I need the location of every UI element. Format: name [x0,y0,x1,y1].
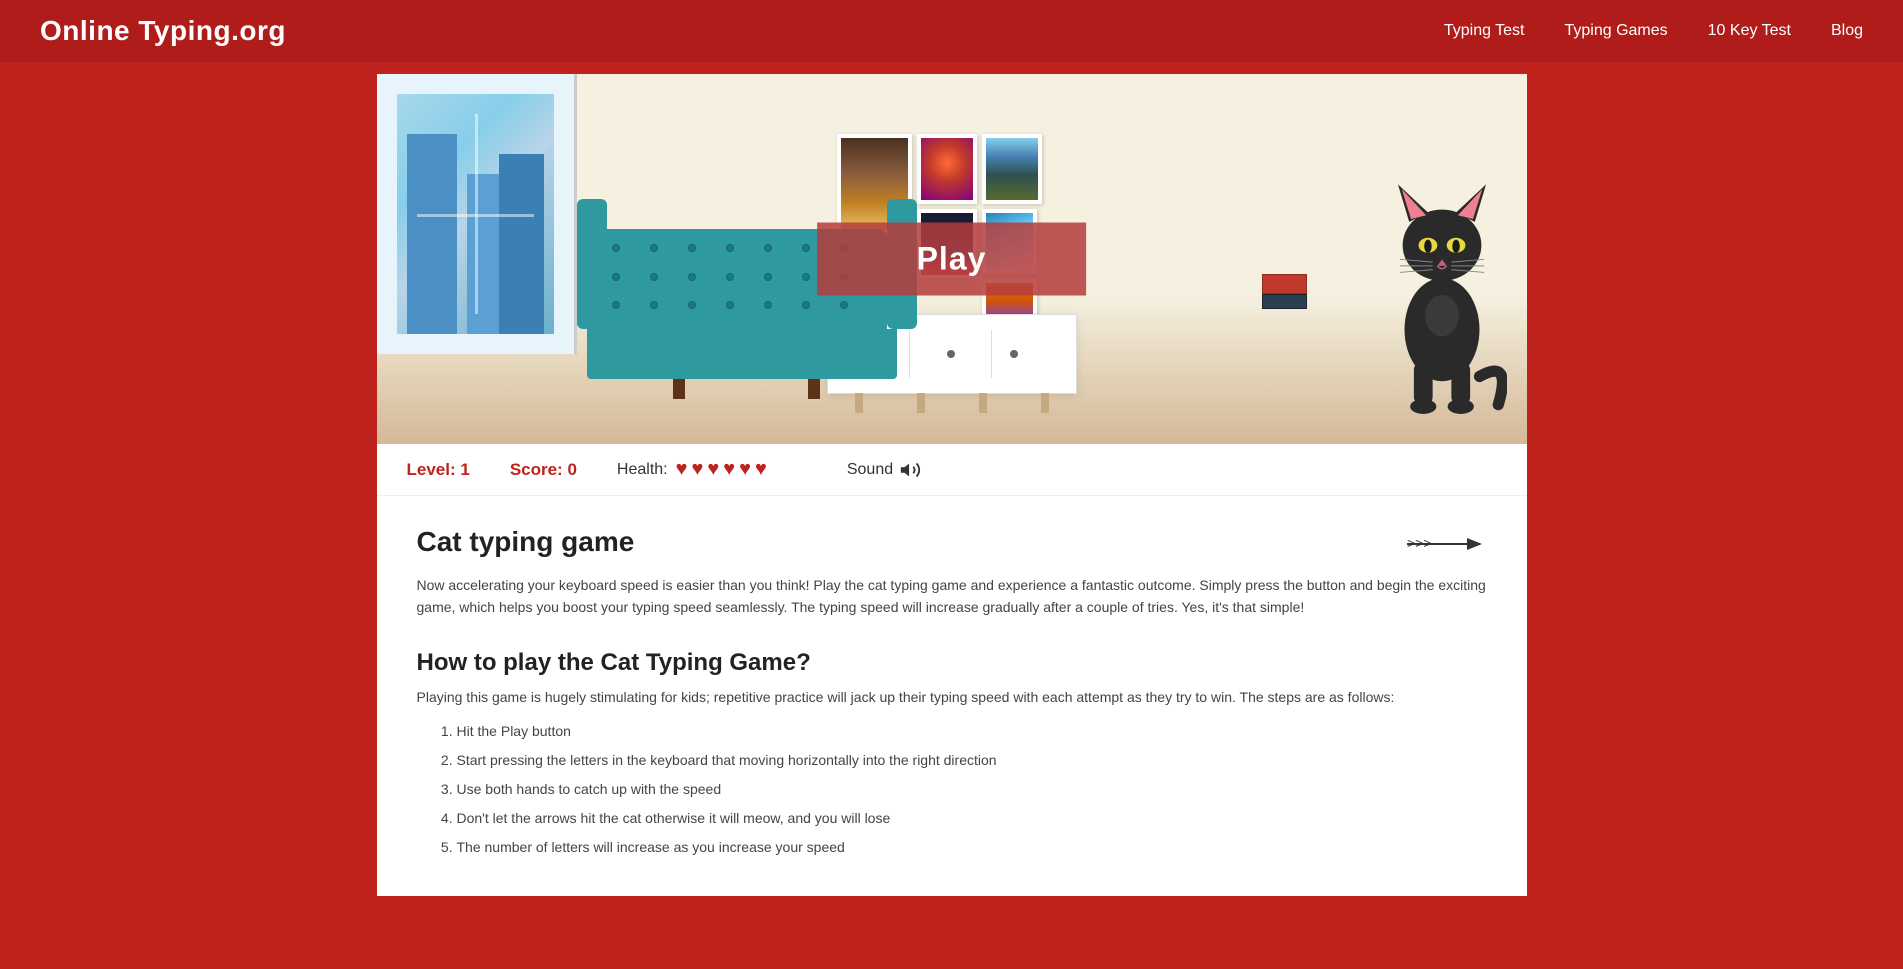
logo: Online Typing.org [40,15,286,47]
hearts-display: ♥ ♥ ♥ ♥ ♥ ♥ [676,458,767,481]
game-area: Play [377,74,1527,444]
heart-3: ♥ [707,458,719,481]
page-title: Cat typing game [417,526,635,558]
game-description: Now accelerating your keyboard speed is … [417,574,1487,619]
header: Online Typing.org Typing Test Typing Gam… [0,0,1903,62]
play-button[interactable]: Play [817,223,1087,296]
status-bar: Level: 1 Score: 0 Health: ♥ ♥ ♥ ♥ ♥ ♥ So… [377,444,1527,496]
bookshelf-decoration [1262,274,1307,324]
instruction-2: Start pressing the letters in the keyboa… [457,750,1487,771]
svg-text:>>>: >>> [1407,535,1432,551]
section-description: Playing this game is hugely stimulating … [417,689,1487,705]
instruction-4: Don't let the arrows hit the cat otherwi… [457,808,1487,829]
main-nav: Typing Test Typing Games 10 Key Test Blo… [1444,22,1863,40]
instruction-3: Use both hands to catch up with the spee… [457,779,1487,800]
next-arrow[interactable]: >>> [1407,532,1487,563]
window-decoration [377,74,577,354]
how-to-play-title: How to play the Cat Typing Game? [417,649,1487,677]
sound-section[interactable]: Sound [847,459,921,481]
heart-5: ♥ [739,458,751,481]
frame-2 [917,134,977,204]
heart-6: ♥ [755,458,767,481]
health-label: Health: [617,461,668,479]
content-wrapper: Play Level: 1 Score: 0 Health: ♥ ♥ ♥ ♥ ♥… [377,74,1527,896]
nav-blog[interactable]: Blog [1831,22,1863,40]
heart-1: ♥ [676,458,688,481]
cat-character [1377,114,1507,414]
heart-4: ♥ [723,458,735,481]
instruction-1: Hit the Play button [457,721,1487,742]
nav-typing-test[interactable]: Typing Test [1444,22,1525,40]
score-display: Score: 0 [510,460,577,480]
health-section: Health: ♥ ♥ ♥ ♥ ♥ ♥ [617,458,767,481]
level-display: Level: 1 [407,460,470,480]
heart-2: ♥ [691,458,703,481]
frame-4 [982,134,1042,204]
nav-10-key-test[interactable]: 10 Key Test [1708,22,1791,40]
instruction-5: The number of letters will increase as y… [457,837,1487,858]
text-content: Cat typing game >>> Now accelerating you… [377,496,1527,896]
room-background: Play [377,74,1527,444]
sound-label: Sound [847,461,893,479]
sound-icon [899,459,921,481]
instructions-list: Hit the Play button Start pressing the l… [457,721,1487,858]
nav-typing-games[interactable]: Typing Games [1565,22,1668,40]
